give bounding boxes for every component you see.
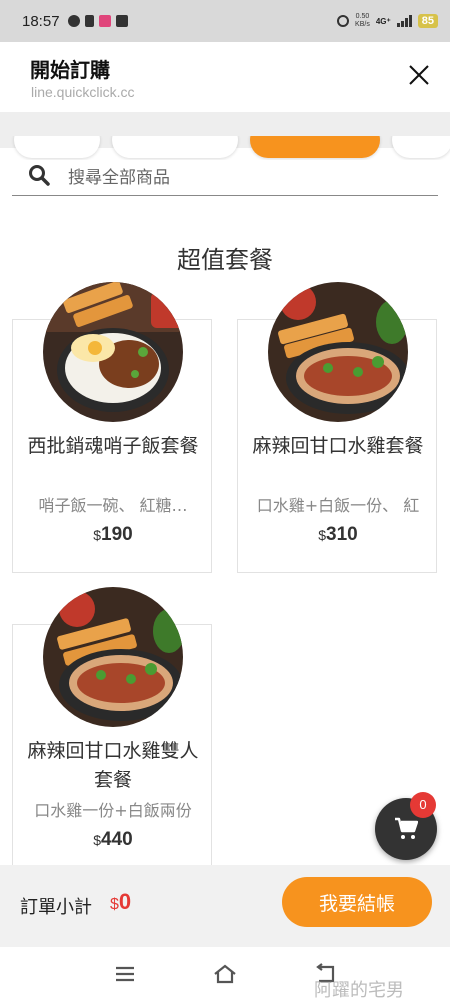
cart-button[interactable]: 0 — [375, 792, 437, 860]
product-description: 口水雞+白飯一份、 紅 — [256, 496, 420, 515]
product-card[interactable]: 麻辣回甘口水雞套餐 口水雞+白飯一份、 紅 $310 — [237, 282, 437, 573]
home-icon[interactable] — [213, 963, 237, 985]
alarm-icon — [337, 15, 350, 27]
product-name: 麻辣回甘口水雞套餐 — [252, 435, 424, 457]
shopping-cart-icon — [395, 817, 418, 839]
cart-count-badge: 0 — [410, 792, 436, 818]
category-tab-active[interactable] — [250, 136, 380, 158]
product-description: 哨子飯一碗、 紅糖… — [38, 496, 188, 515]
app-icon-2 — [115, 15, 128, 27]
signal-icon — [396, 15, 412, 27]
message-icon — [67, 15, 80, 27]
product-image — [43, 282, 183, 422]
search-input[interactable] — [68, 164, 408, 192]
product-price: $190 — [93, 524, 133, 545]
network-type: 4G⁺ — [375, 16, 391, 26]
subtotal-label: 訂單小計 — [20, 897, 92, 918]
menu-icon[interactable] — [113, 963, 137, 985]
subtotal-value: $0 — [110, 889, 132, 914]
checkout-button[interactable]: 我要結帳 — [282, 877, 432, 927]
hourglass-icon — [84, 15, 94, 27]
product-price: $310 — [318, 524, 358, 545]
page-title: 開始訂購 — [30, 58, 110, 82]
status-bar: 18:57 0.50 KB/s 4G⁺ 85 — [0, 0, 450, 42]
search-bar — [12, 160, 438, 196]
category-tabs — [0, 136, 450, 160]
category-tab-4[interactable] — [392, 136, 450, 158]
notification-icons — [67, 15, 128, 27]
checkout-bar: 訂單小計 $0 我要結帳 — [0, 865, 450, 947]
app-header: 開始訂購 line.quickclick.cc — [0, 42, 450, 112]
product-image — [43, 587, 183, 727]
product-description: 口水雞一份+白飯兩份 — [34, 801, 192, 820]
page-url: line.quickclick.cc — [31, 84, 135, 100]
section-title: 超值套餐 — [177, 246, 273, 274]
product-price: $440 — [93, 829, 133, 850]
app-icon — [98, 15, 111, 27]
product-card[interactable]: 西批銷魂哨子飯套餐 哨子飯一碗、 紅糖… $190 — [12, 282, 212, 573]
category-tab-2[interactable] — [112, 136, 238, 158]
category-tab-1[interactable] — [14, 136, 100, 158]
close-icon[interactable] — [406, 62, 432, 88]
battery-indicator: 85 — [417, 14, 438, 28]
search-icon — [29, 165, 50, 186]
product-card[interactable]: 麻辣回甘口水雞雙人套餐 口水雞一份+白飯兩份 $440 — [12, 587, 212, 878]
watermark-text: 阿躍的宅男 — [314, 980, 404, 1001]
product-name: 麻辣回甘口水雞雙人套餐 — [27, 740, 199, 791]
status-time: 18:57 — [22, 12, 60, 30]
product-name: 西批銷魂哨子飯套餐 — [27, 435, 199, 457]
product-image — [268, 282, 408, 422]
network-speed: 0.50 KB/s — [355, 13, 370, 28]
